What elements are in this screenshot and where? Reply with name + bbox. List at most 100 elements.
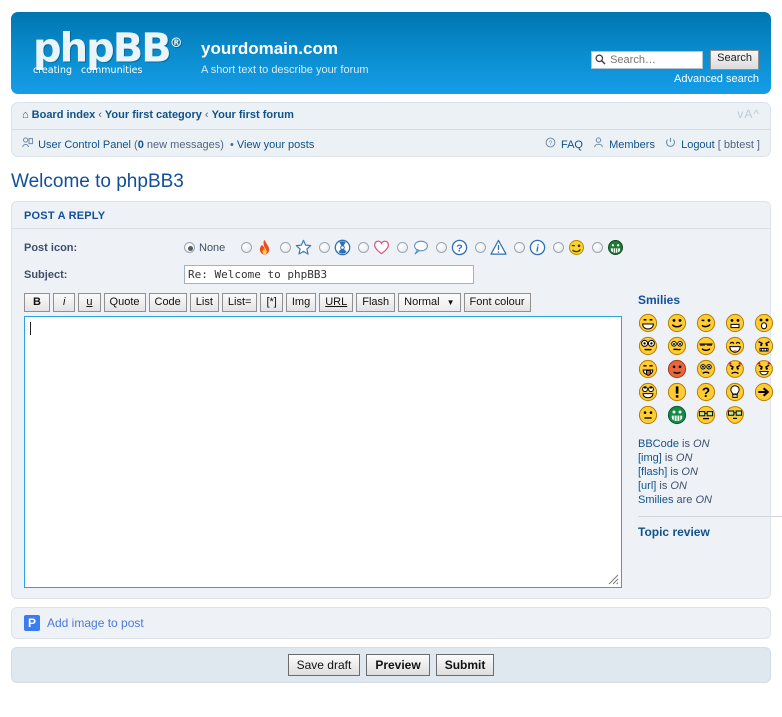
post-icon-heart-option[interactable] xyxy=(358,239,390,256)
post-icon-fire-radio[interactable] xyxy=(241,242,253,253)
smiley-twisted[interactable] xyxy=(754,359,774,379)
post-icon-info[interactable]: i xyxy=(529,239,546,256)
smiley-idea[interactable] xyxy=(725,382,745,402)
search-button[interactable]: Search xyxy=(710,50,759,70)
user-control-panel-link[interactable]: User Control Panel xyxy=(38,139,131,151)
search-input[interactable] xyxy=(608,52,701,68)
logout-link[interactable]: Logout xyxy=(681,139,715,151)
post-icon-warning-radio[interactable] xyxy=(475,242,487,253)
list-button[interactable]: List xyxy=(189,293,219,312)
post-icon-star-option[interactable] xyxy=(280,239,312,256)
subject-input[interactable] xyxy=(184,265,474,284)
list-item-button[interactable]: [*] xyxy=(260,293,283,312)
post-icon-heart-radio[interactable] xyxy=(358,242,370,253)
smiley-lol[interactable] xyxy=(725,336,745,356)
post-icon-speech-bubble[interactable] xyxy=(412,239,429,256)
image-button[interactable]: Img xyxy=(285,293,317,312)
smiley-mad[interactable] xyxy=(754,336,774,356)
phpbb-logo[interactable]: phpBB® creating communities xyxy=(33,24,193,82)
post-icon-radioactive-radio[interactable] xyxy=(319,242,331,253)
smiley-sad[interactable] xyxy=(725,313,745,333)
add-image-to-post-link[interactable]: Add image to post xyxy=(47,616,144,630)
font-size-changer[interactable]: vA^ xyxy=(737,107,760,121)
smiley-neutral[interactable] xyxy=(638,405,658,425)
svg-text:?: ? xyxy=(457,242,463,254)
font-size-increase-icon[interactable]: ^ xyxy=(753,107,760,121)
font-size-select[interactable]: Normal ▼ xyxy=(398,293,461,312)
advanced-search-link[interactable]: Advanced search xyxy=(579,73,759,85)
post-icon-speech-bubble-radio[interactable] xyxy=(397,242,409,253)
preview-button[interactable]: Preview xyxy=(366,654,430,676)
post-icon-radioactive-option[interactable] xyxy=(319,239,351,256)
smiley-ugeek[interactable] xyxy=(725,405,745,425)
breadcrumb-separator-1: ‹ xyxy=(98,109,102,121)
search-field-wrapper[interactable] xyxy=(591,51,704,69)
ordered-list-button[interactable]: List= xyxy=(221,293,258,312)
smiley-eek[interactable] xyxy=(638,336,658,356)
smiley-razz[interactable] xyxy=(638,359,658,379)
italic-button[interactable]: i xyxy=(52,293,76,312)
post-icon-fire-option[interactable] xyxy=(241,239,273,256)
post-icon-warning[interactable] xyxy=(490,239,507,256)
flash-button[interactable]: Flash xyxy=(356,293,396,312)
post-icon-question[interactable]: ? xyxy=(451,239,468,256)
post-icon-none-radio[interactable] xyxy=(184,242,195,253)
bbcode-status-line: [url] is ON xyxy=(638,479,782,493)
post-icon-speech-bubble-option[interactable] xyxy=(397,239,429,256)
post-icon-wink-smiley-option[interactable] xyxy=(553,239,585,256)
code-button[interactable]: Code xyxy=(148,293,187,312)
bbcode-status-key: BBCode xyxy=(638,438,679,450)
url-button[interactable]: URL xyxy=(319,293,354,312)
smilies-column: Smilies ? BBCode is ON [img] is ON [flas… xyxy=(638,293,782,588)
smiley-evil[interactable] xyxy=(725,359,745,379)
post-icon-question-radio[interactable] xyxy=(436,242,448,253)
underline-button[interactable]: u xyxy=(78,293,101,312)
post-icon-question-option[interactable]: ? xyxy=(436,239,468,256)
smiley-cool[interactable] xyxy=(696,336,716,356)
bold-button[interactable]: B xyxy=(24,293,50,312)
smiley-redface[interactable] xyxy=(667,359,687,379)
faq-link[interactable]: FAQ xyxy=(561,139,583,151)
message-textarea[interactable] xyxy=(24,316,622,588)
smiley-surprised[interactable] xyxy=(754,313,774,333)
submit-button[interactable]: Submit xyxy=(435,654,495,676)
smiley-confused[interactable] xyxy=(667,336,687,356)
topic-review-link[interactable]: Topic review xyxy=(638,525,782,539)
breadcrumb-first-forum[interactable]: Your first forum xyxy=(212,109,294,121)
view-your-posts-link[interactable]: View your posts xyxy=(237,139,314,151)
post-icon-green-grin-option[interactable] xyxy=(592,239,624,256)
smiley-wink[interactable] xyxy=(696,313,716,333)
post-icon-none-option[interactable]: None xyxy=(184,242,234,254)
post-icon-green-grin-radio[interactable] xyxy=(592,242,604,253)
post-icon-warning-option[interactable] xyxy=(475,239,507,256)
save-draft-button[interactable]: Save draft xyxy=(287,654,361,676)
smiley-rolleyes[interactable] xyxy=(638,382,658,402)
post-icon-green-grin[interactable] xyxy=(607,239,624,256)
smiley-smile[interactable] xyxy=(667,313,687,333)
post-icon-star[interactable] xyxy=(295,239,312,256)
post-icon-info-option[interactable]: i xyxy=(514,239,546,256)
smiley-cry[interactable] xyxy=(696,359,716,379)
post-icon-radioactive[interactable] xyxy=(334,239,351,256)
post-icon-heart[interactable] xyxy=(373,239,390,256)
members-link[interactable]: Members xyxy=(609,139,655,151)
post-icon-wink-smiley-radio[interactable] xyxy=(553,242,565,253)
smiley-exclaim[interactable] xyxy=(667,382,687,402)
smiley-question[interactable]: ? xyxy=(696,382,716,402)
smiley-arrow[interactable] xyxy=(754,382,774,402)
font-colour-button[interactable]: Font colour xyxy=(463,293,531,312)
quote-button[interactable]: Quote xyxy=(103,293,146,312)
breadcrumb-first-category[interactable]: Your first category xyxy=(105,109,202,121)
p-image-icon[interactable]: P xyxy=(24,615,40,631)
smiley-mrgreen[interactable] xyxy=(667,405,687,425)
smiley-geek[interactable] xyxy=(696,405,716,425)
post-icon-wink-smiley[interactable] xyxy=(568,239,585,256)
post-icon-info-radio[interactable] xyxy=(514,242,526,253)
svg-text:?: ? xyxy=(702,385,710,400)
post-icon-star-radio[interactable] xyxy=(280,242,292,253)
svg-text:?: ? xyxy=(549,140,553,147)
breadcrumb-board-index[interactable]: Board index xyxy=(32,109,96,121)
smiley-biggrin[interactable] xyxy=(638,313,658,333)
post-icon-fire[interactable] xyxy=(256,239,273,256)
logout-username: [ bbtest ] xyxy=(717,139,760,151)
